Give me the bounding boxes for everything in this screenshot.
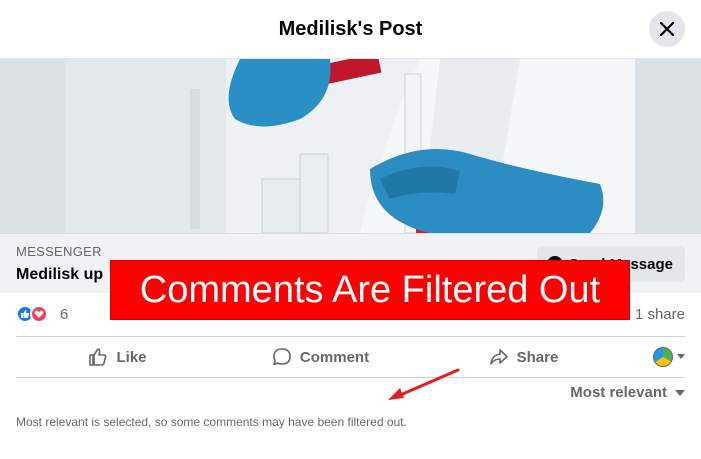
- reaction-icons[interactable]: [16, 305, 48, 323]
- chevron-down-icon: [677, 354, 685, 359]
- thumbs-up-icon: [89, 348, 107, 366]
- filter-notice: Most relevant is selected, so some comme…: [16, 415, 407, 429]
- share-icon: [489, 349, 508, 365]
- close-icon: [660, 22, 674, 36]
- like-button[interactable]: Like: [16, 339, 219, 375]
- reaction-count[interactable]: 6: [60, 306, 68, 323]
- post-actions: Like Comment Share: [16, 337, 685, 377]
- love-reaction-icon: [30, 305, 48, 323]
- comment-icon: [273, 348, 291, 366]
- close-button[interactable]: [649, 11, 685, 47]
- avatar: [653, 347, 673, 367]
- comment-label: Comment: [299, 348, 370, 366]
- like-label: Like: [116, 348, 147, 366]
- share-count[interactable]: 1 share: [635, 306, 685, 323]
- link-title[interactable]: Medilisk up: [16, 266, 103, 284]
- share-label: Share: [516, 348, 559, 366]
- reactions-summary: 6 1 share: [16, 303, 685, 327]
- post-as-selector[interactable]: [625, 339, 685, 375]
- post-image[interactable]: [0, 59, 701, 233]
- divider: [16, 377, 685, 378]
- annotation-arrow: [388, 368, 460, 400]
- dialog-header: Medilisk's Post: [0, 0, 701, 59]
- comment-sort-dropdown[interactable]: Most relevant: [570, 384, 685, 401]
- link-source: MESSENGER: [16, 244, 102, 259]
- sort-label: Most relevant: [570, 384, 667, 401]
- dialog-title: Medilisk's Post: [278, 18, 423, 40]
- chevron-down-icon: [675, 389, 685, 396]
